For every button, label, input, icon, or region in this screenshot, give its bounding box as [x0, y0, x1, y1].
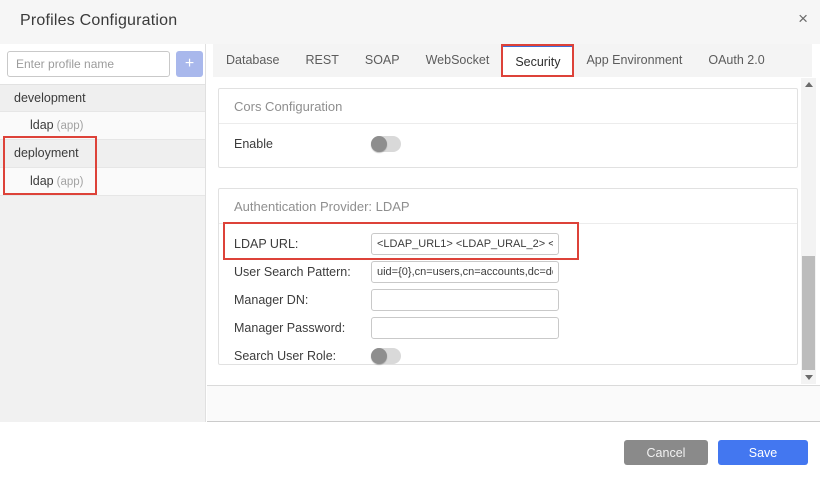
tab-bar: Database REST SOAP WebSocket Security Ap… — [213, 44, 812, 77]
profile-name-input[interactable] — [7, 51, 170, 77]
auth-section-title: Authentication Provider: LDAP — [219, 189, 797, 224]
scrollbar-up-arrow-icon[interactable] — [801, 78, 816, 91]
sidebar-item-ldap-deployment[interactable]: ldap(app) — [0, 168, 205, 196]
tab-oauth-20[interactable]: OAuth 2.0 — [695, 44, 777, 77]
tab-security-label: Security — [515, 55, 560, 69]
search-user-role-label: Search User Role: — [234, 349, 371, 363]
sidebar-item-development[interactable]: development — [0, 84, 205, 112]
save-button[interactable]: Save — [718, 440, 808, 465]
tab-rest[interactable]: REST — [293, 44, 352, 77]
scrollbar-down-arrow-icon[interactable] — [801, 371, 816, 384]
toggle-knob — [371, 348, 387, 364]
cors-enable-toggle[interactable] — [371, 136, 401, 152]
profile-app-suffix: (app) — [57, 176, 84, 188]
profile-app-suffix: (app) — [57, 120, 84, 132]
sidebar-item-deployment[interactable]: deployment — [0, 140, 205, 168]
close-icon[interactable]: × — [798, 10, 808, 27]
manager-dn-row: Manager DN: — [234, 288, 782, 312]
cancel-button[interactable]: Cancel — [624, 440, 708, 465]
cors-enable-label: Enable — [234, 137, 371, 151]
user-search-pattern-label: User Search Pattern: — [234, 265, 371, 279]
sidebar: + development ldap(app) deployment ldap(… — [0, 44, 206, 422]
sidebar-item-ldap-development[interactable]: ldap(app) — [0, 112, 205, 140]
security-tab-content: Cors Configuration Enable Authentication… — [206, 77, 820, 385]
search-user-role-row: Search User Role: — [234, 344, 782, 368]
add-profile-button[interactable]: + — [176, 51, 203, 77]
page-title: Profiles Configuration — [20, 12, 177, 30]
manager-password-label: Manager Password: — [234, 321, 371, 335]
ldap-url-label: LDAP URL: — [234, 237, 371, 251]
profiles-configuration-dialog: Profiles Configuration × + development l… — [0, 0, 820, 480]
tab-database[interactable]: Database — [213, 44, 293, 77]
profile-add-row: + — [0, 44, 205, 84]
ldap-url-input[interactable] — [371, 233, 559, 255]
ldap-url-row: LDAP URL: — [234, 232, 782, 256]
tab-security[interactable]: Security — [502, 44, 573, 77]
tab-app-environment[interactable]: App Environment — [573, 44, 695, 77]
profile-list: development ldap(app) deployment ldap(ap… — [0, 84, 205, 196]
content-footer-strip — [207, 385, 820, 422]
ldap-provider-card: Authentication Provider: LDAP LDAP URL: … — [218, 188, 798, 365]
user-search-pattern-row: User Search Pattern: — [234, 260, 782, 284]
dialog-footer: Cancel Save — [0, 422, 820, 480]
manager-password-row: Manager Password: — [234, 316, 782, 340]
content-scrollbar[interactable] — [801, 78, 816, 384]
dialog-header: Profiles Configuration × — [0, 0, 820, 44]
cors-configuration-card: Cors Configuration Enable — [218, 88, 798, 168]
search-user-role-toggle[interactable] — [371, 348, 401, 364]
user-search-pattern-input[interactable] — [371, 261, 559, 283]
profile-app-label: ldap — [30, 118, 54, 132]
manager-password-input[interactable] — [371, 317, 559, 339]
profile-app-label: ldap — [30, 174, 54, 188]
toggle-knob — [371, 136, 387, 152]
manager-dn-label: Manager DN: — [234, 293, 371, 307]
tab-websocket[interactable]: WebSocket — [413, 44, 503, 77]
scrollbar-thumb[interactable] — [802, 256, 815, 370]
tab-soap[interactable]: SOAP — [352, 44, 413, 77]
manager-dn-input[interactable] — [371, 289, 559, 311]
cors-enable-row: Enable — [234, 132, 782, 156]
cors-section-title: Cors Configuration — [219, 89, 797, 124]
